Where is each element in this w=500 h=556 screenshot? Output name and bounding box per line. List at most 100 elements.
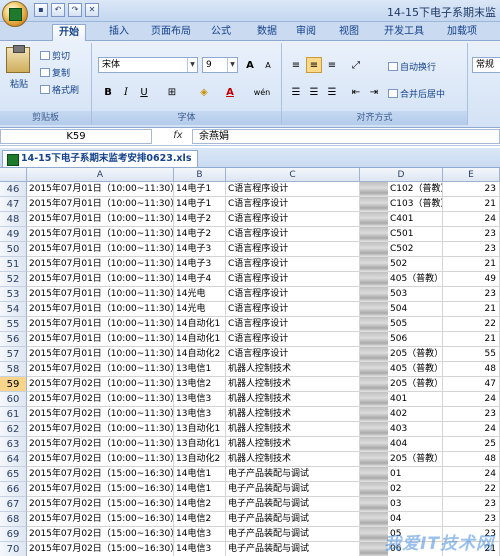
- table-cell[interactable]: 22: [443, 482, 500, 497]
- table-cell[interactable]: 2015年07月02日（10:00~11:30）: [27, 377, 174, 392]
- align-right-icon[interactable]: ☰: [324, 84, 340, 100]
- row-header[interactable]: 62: [0, 422, 27, 437]
- table-cell[interactable]: 2015年07月02日（15:00~16:30）: [27, 482, 174, 497]
- table-cell[interactable]: 48: [443, 452, 500, 467]
- row-header[interactable]: 47: [0, 197, 27, 212]
- table-cell[interactable]: 2015年07月01日（10:00~11:30）: [27, 317, 174, 332]
- table-cell[interactable]: 24: [443, 212, 500, 227]
- table-cell[interactable]: 机器人控制技术: [226, 362, 360, 377]
- font-name-select[interactable]: 宋体 ▼: [98, 57, 198, 73]
- table-cell[interactable]: 机器人控制技术: [226, 377, 360, 392]
- row-header[interactable]: 50: [0, 242, 27, 257]
- table-cell[interactable]: C语言程序设计: [226, 227, 360, 242]
- workbook-tab[interactable]: 14-15下电子系期末监考安排0623.xls: [2, 150, 199, 167]
- row-header[interactable]: 70: [0, 542, 27, 556]
- table-cell[interactable]: 48: [443, 362, 500, 377]
- table-cell[interactable]: 14电子1: [174, 182, 226, 197]
- table-cell[interactable]: C语言程序设计: [226, 332, 360, 347]
- table-cell[interactable]: 23: [443, 287, 500, 302]
- table-cell[interactable]: 13自动化1: [174, 437, 226, 452]
- office-button[interactable]: [2, 1, 28, 27]
- underline-button[interactable]: U: [136, 84, 152, 100]
- row-header[interactable]: 68: [0, 512, 27, 527]
- table-cell[interactable]: 机器人控制技术: [226, 407, 360, 422]
- decrease-indent-icon[interactable]: ⇤: [348, 84, 364, 100]
- tab-2[interactable]: 页面布局: [148, 24, 194, 41]
- row-header[interactable]: 58: [0, 362, 27, 377]
- table-cell[interactable]: 14电信3: [174, 542, 226, 556]
- format-painter-button[interactable]: 格式刷: [40, 83, 79, 96]
- spreadsheet-grid[interactable]: A B C D E 46 2015年07月01日（10:00~11:30） 14电子1 C语言程…: [0, 168, 500, 556]
- table-cell[interactable]: 13自动化1: [174, 422, 226, 437]
- table-cell[interactable]: 2015年07月02日（15:00~16:30）: [27, 497, 174, 512]
- table-cell[interactable]: 机器人控制技术: [226, 437, 360, 452]
- table-cell[interactable]: 14电子3: [174, 242, 226, 257]
- table-cell[interactable]: 14电信1: [174, 467, 226, 482]
- table-cell[interactable]: 13电信2: [174, 377, 226, 392]
- table-cell[interactable]: 14电子2: [174, 227, 226, 242]
- fill-color-button[interactable]: ◈: [196, 84, 212, 100]
- merge-center-button[interactable]: 合并后居中: [388, 87, 445, 100]
- table-cell[interactable]: 14电信2: [174, 497, 226, 512]
- table-cell[interactable]: C语言程序设计: [226, 287, 360, 302]
- close-icon[interactable]: ✕: [85, 3, 99, 17]
- name-box[interactable]: K59: [0, 129, 152, 144]
- table-cell[interactable]: 2015年07月02日（10:00~11:30）: [27, 422, 174, 437]
- table-cell[interactable]: 14电子2: [174, 212, 226, 227]
- align-middle-icon[interactable]: ≡: [306, 57, 322, 73]
- table-cell[interactable]: 24: [443, 392, 500, 407]
- grow-font-button[interactable]: A: [242, 57, 258, 73]
- table-cell[interactable]: 49: [443, 272, 500, 287]
- table-cell[interactable]: 14电子4: [174, 272, 226, 287]
- border-button[interactable]: ⊞: [164, 84, 180, 100]
- table-cell[interactable]: 55: [443, 347, 500, 362]
- table-cell[interactable]: 2015年07月02日（10:00~11:30）: [27, 437, 174, 452]
- table-cell[interactable]: 13电信3: [174, 392, 226, 407]
- row-header[interactable]: 69: [0, 527, 27, 542]
- table-cell[interactable]: 2015年07月02日（15:00~16:30）: [27, 527, 174, 542]
- table-cell[interactable]: 2015年07月01日（10:00~11:30）: [27, 302, 174, 317]
- table-cell[interactable]: 2015年07月01日（10:00~11:30）: [27, 272, 174, 287]
- table-cell[interactable]: 电子产品装配与调试: [226, 542, 360, 556]
- row-header[interactable]: 52: [0, 272, 27, 287]
- increase-indent-icon[interactable]: ⇥: [366, 84, 382, 100]
- table-cell[interactable]: C语言程序设计: [226, 182, 360, 197]
- column-header-E[interactable]: E: [443, 168, 500, 182]
- row-header[interactable]: 65: [0, 467, 27, 482]
- shrink-font-button[interactable]: A: [260, 57, 276, 73]
- table-cell[interactable]: C语言程序设计: [226, 347, 360, 362]
- row-header[interactable]: 64: [0, 452, 27, 467]
- table-cell[interactable]: 2015年07月01日（10:00~11:30）: [27, 242, 174, 257]
- row-header[interactable]: 48: [0, 212, 27, 227]
- table-cell[interactable]: 2015年07月01日（10:00~11:30）: [27, 257, 174, 272]
- table-cell[interactable]: 14光电: [174, 302, 226, 317]
- row-header[interactable]: 61: [0, 407, 27, 422]
- column-header-C[interactable]: C: [226, 168, 360, 182]
- row-header[interactable]: 46: [0, 182, 27, 197]
- table-cell[interactable]: C语言程序设计: [226, 257, 360, 272]
- table-cell[interactable]: 13电信1: [174, 362, 226, 377]
- font-color-button[interactable]: A: [222, 84, 238, 100]
- table-cell[interactable]: 14电子1: [174, 197, 226, 212]
- italic-button[interactable]: I: [118, 84, 134, 100]
- save-icon[interactable]: ▪: [34, 3, 48, 17]
- tab-7[interactable]: 开发工具: [380, 24, 428, 41]
- row-header[interactable]: 63: [0, 437, 27, 452]
- table-cell[interactable]: 14电信3: [174, 527, 226, 542]
- table-cell[interactable]: 23: [443, 227, 500, 242]
- table-cell[interactable]: 2015年07月02日（10:00~11:30）: [27, 452, 174, 467]
- table-cell[interactable]: 电子产品装配与调试: [226, 512, 360, 527]
- table-cell[interactable]: 14自动化1: [174, 317, 226, 332]
- table-cell[interactable]: 2015年07月01日（10:00~11:30）: [27, 347, 174, 362]
- table-cell[interactable]: 电子产品装配与调试: [226, 497, 360, 512]
- table-cell[interactable]: 2015年07月01日（10:00~11:30）: [27, 287, 174, 302]
- table-cell[interactable]: 21: [443, 197, 500, 212]
- bold-button[interactable]: B: [100, 84, 116, 100]
- tab-0[interactable]: 开始: [52, 24, 86, 41]
- table-cell[interactable]: C语言程序设计: [226, 302, 360, 317]
- table-cell[interactable]: 2015年07月02日（10:00~11:30）: [27, 392, 174, 407]
- table-cell[interactable]: 47: [443, 377, 500, 392]
- table-cell[interactable]: 电子产品装配与调试: [226, 527, 360, 542]
- orientation-icon[interactable]: ⤢: [348, 57, 364, 73]
- wrap-text-button[interactable]: 自动换行: [388, 60, 436, 73]
